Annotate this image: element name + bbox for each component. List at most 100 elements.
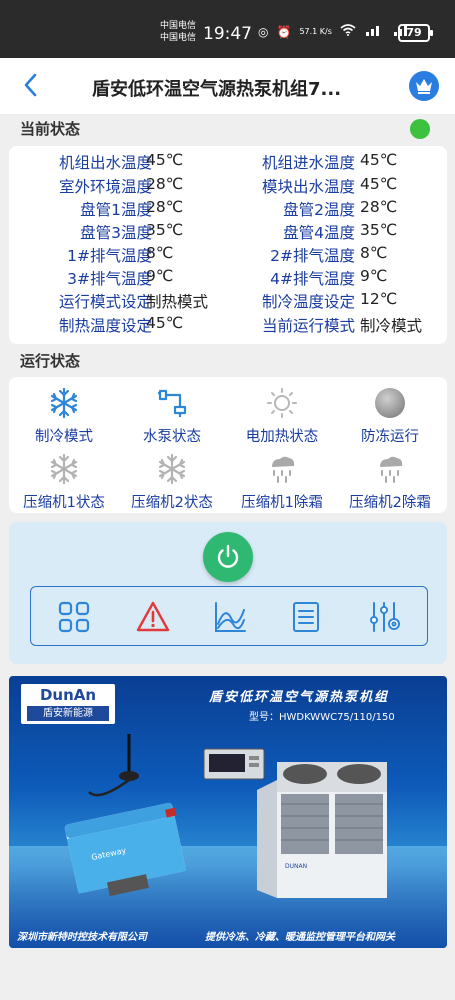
alarm-clock-icon: ⏰ xyxy=(276,24,292,39)
status-label: 机组进水温度 xyxy=(261,154,355,172)
system-status-bar: 中国电信 中国电信 19:47 ◎ ⏰ 57.1 K/s 79 xyxy=(0,0,455,58)
brand-logo: DunAn 盾安新能源 xyxy=(21,684,115,724)
status-row: 盘管1温度 28℃ 盘管2温度 28℃ xyxy=(9,198,447,221)
status-label: 室外环境温度 xyxy=(58,178,152,196)
status-value: 28℃ xyxy=(146,175,184,193)
signal-5g-icon xyxy=(364,24,384,39)
banner-company: 深圳市新特时控技术有限公司 xyxy=(17,932,147,943)
run-status-label: 防冻运行 xyxy=(361,429,419,445)
current-status-heading: 当前状态 xyxy=(20,120,81,138)
battery-indicator: 79 xyxy=(398,24,433,42)
status-value: 28℃ xyxy=(146,198,184,216)
status-label: 2#排气温度 xyxy=(270,247,355,265)
power-button[interactable] xyxy=(203,532,253,582)
banner-model: 型号：HWDKWWC75/110/150 xyxy=(249,712,395,723)
status-label: 盘管2温度 xyxy=(283,201,355,219)
status-label: 1#排气温度 xyxy=(67,247,152,265)
run-status-heading: 运行状态 xyxy=(20,352,81,370)
run-status-compressor-2: 压缩机2状态 xyxy=(117,453,227,512)
product-banner: DunAn 盾安新能源 盾安低环温空气源热泵机组 型号：HWDKWWC75/11… xyxy=(9,676,447,948)
unit-brand: DUNAN xyxy=(285,863,307,870)
status-value: 45℃ xyxy=(360,151,398,169)
status-row: 机组出水温度 45℃ 机组进水温度 45℃ xyxy=(9,151,447,174)
status-value: 8℃ xyxy=(146,244,174,262)
crown-icon xyxy=(416,79,432,94)
status-label: 盘管3温度 xyxy=(80,224,152,242)
snowflake-icon xyxy=(50,453,78,485)
banner-title: 盾安低环温空气源热泵机组 xyxy=(208,690,389,705)
overview-button[interactable] xyxy=(57,600,91,634)
settings-button[interactable] xyxy=(367,600,401,634)
gateway-device-image: Gateway xyxy=(64,734,187,897)
circle-icon xyxy=(375,388,405,418)
status-value: 12℃ xyxy=(360,290,398,308)
status-value: 45℃ xyxy=(146,314,184,332)
status-label: 机组出水温度 xyxy=(58,154,152,172)
alarm-button[interactable] xyxy=(136,600,170,634)
status-label: 模块出水温度 xyxy=(261,178,355,196)
clock: 19:47 xyxy=(203,24,252,44)
run-status-water-pump: 水泵状态 xyxy=(117,387,227,446)
run-status-label: 电加热状态 xyxy=(245,429,319,445)
status-label: 制热温度设定 xyxy=(58,317,152,335)
chevron-left-icon xyxy=(24,73,37,97)
status-value: 制冷模式 xyxy=(360,317,423,335)
run-status-electric-heating: 电加热状态 xyxy=(227,387,337,446)
status-label: 盘管4温度 xyxy=(283,224,355,242)
status-value: 35℃ xyxy=(360,221,398,239)
records-button[interactable] xyxy=(289,600,323,634)
sun-icon xyxy=(267,388,297,418)
run-status-label: 压缩机1状态 xyxy=(23,495,105,511)
logo-text-cn: 盾安新能源 xyxy=(27,706,109,721)
defrost-icon xyxy=(272,456,295,483)
list-icon xyxy=(293,602,319,632)
run-status-compressor-1-defrost: 压缩机1除霜 xyxy=(227,453,337,512)
status-row: 3#排气温度 9℃ 4#排气温度 9℃ xyxy=(9,267,447,290)
run-status-antifreeze: 防冻运行 xyxy=(335,387,445,446)
status-label: 当前运行模式 xyxy=(261,317,355,335)
status-row: 运行模式设定 制热模式 制冷温度设定 12℃ xyxy=(9,290,447,313)
app-header: 盾安低环温空气源热泵机组7... xyxy=(0,58,455,114)
current-status-card: 机组出水温度 45℃ 机组进水温度 45℃ 室外环境温度 28℃ 模块出水温度 … xyxy=(9,146,447,344)
snowflake-icon xyxy=(50,387,78,419)
control-panel xyxy=(9,522,447,664)
status-value: 35℃ xyxy=(146,221,184,239)
back-button[interactable] xyxy=(22,72,38,103)
carrier-1: 中国电信 xyxy=(160,21,197,31)
status-label: 运行模式设定 xyxy=(58,293,152,311)
logo-text-en: DunAn xyxy=(39,686,97,704)
run-status-compressor-1: 压缩机1状态 xyxy=(9,453,119,512)
run-status-compressor-2-defrost: 压缩机2除霜 xyxy=(335,453,445,512)
carrier-labels: 中国电信 中国电信 xyxy=(160,20,196,44)
run-status-label: 制冷模式 xyxy=(35,429,93,445)
run-status-card: 制冷模式 水泵状态 电加热状态 防冻运行 压缩机1状态 压缩机2状态 压缩机1除… xyxy=(9,377,447,513)
run-status-cooling-mode: 制冷模式 xyxy=(9,387,119,446)
status-value: 45℃ xyxy=(146,151,184,169)
status-row: 室外环境温度 28℃ 模块出水温度 45℃ xyxy=(9,175,447,198)
run-status-label: 水泵状态 xyxy=(143,429,201,445)
online-status-indicator xyxy=(410,119,430,139)
banner-slogan: 提供冷冻、冷藏、暖通监控管理平台和网关 xyxy=(205,932,395,943)
run-status-label: 压缩机2状态 xyxy=(131,495,213,511)
settings-sliders-icon xyxy=(370,602,400,632)
status-label: 盘管1温度 xyxy=(80,201,152,219)
status-label: 制冷温度设定 xyxy=(261,293,355,311)
page-title: 盾安低环温空气源热泵机组7... xyxy=(92,79,342,100)
controller-panel-image xyxy=(203,748,265,780)
status-value: 9℃ xyxy=(360,267,388,285)
power-icon xyxy=(217,544,239,568)
run-status-label: 压缩机1除霜 xyxy=(241,495,323,511)
wifi-icon xyxy=(340,24,356,39)
status-row: 盘管3温度 35℃ 盘管4温度 35℃ xyxy=(9,221,447,244)
vip-crown-button[interactable] xyxy=(409,71,439,101)
alarm-warning-icon xyxy=(136,601,170,632)
status-value: 28℃ xyxy=(360,198,398,216)
curve-button[interactable] xyxy=(213,600,247,634)
status-label: 3#排气温度 xyxy=(67,270,152,288)
status-row: 1#排气温度 8℃ 2#排气温度 8℃ xyxy=(9,244,447,267)
status-value: 45℃ xyxy=(360,175,398,193)
hd-icon: ◎ xyxy=(258,24,269,39)
carrier-2: 中国电信 xyxy=(160,33,197,43)
status-label: 4#排气温度 xyxy=(270,270,355,288)
trend-chart-icon xyxy=(215,602,246,632)
